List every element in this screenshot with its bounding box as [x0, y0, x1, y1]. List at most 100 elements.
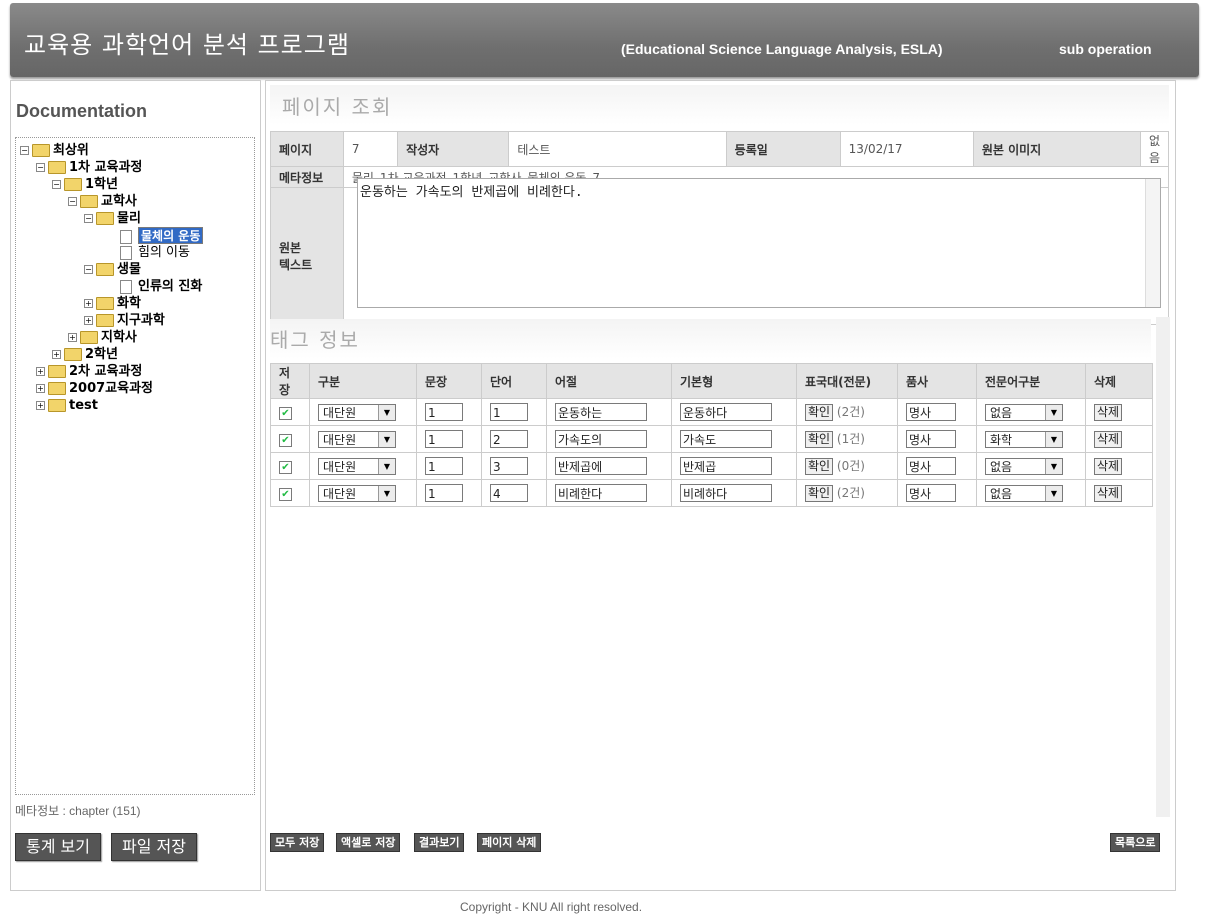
- sentence-input[interactable]: 1: [425, 484, 463, 502]
- expand-icon[interactable]: +: [52, 350, 61, 359]
- category-select[interactable]: 대단원 ▼: [318, 430, 396, 448]
- collapse-icon[interactable]: −: [52, 180, 61, 189]
- word-input[interactable]: 2: [490, 430, 528, 448]
- tree-node[interactable]: + 지구과학: [84, 312, 165, 329]
- tree-node[interactable]: − 1차 교육과정: [36, 159, 142, 176]
- check-button[interactable]: 확인: [805, 404, 834, 421]
- tree-node[interactable]: − 생물: [84, 261, 141, 278]
- word-input[interactable]: 4: [490, 484, 528, 502]
- save-file-button[interactable]: 파일 저장: [111, 833, 197, 861]
- dropdown-arrow-icon: ▼: [1045, 404, 1062, 420]
- delete-row-button[interactable]: 삭제: [1094, 403, 1123, 421]
- tree-node[interactable]: +2차 교육과정: [36, 363, 142, 380]
- tree-node-label[interactable]: 1학년: [85, 177, 118, 192]
- tree-node-label[interactable]: 인류의 진화: [138, 279, 202, 294]
- save-checkbox[interactable]: ✔: [279, 460, 292, 474]
- term-type-select[interactable]: 없음 ▼: [985, 484, 1063, 502]
- tag-panel-scrollbar[interactable]: [1156, 317, 1170, 817]
- tree-node[interactable]: + 화학: [84, 295, 141, 312]
- tree-node-label[interactable]: 지구과학: [117, 313, 165, 328]
- term-type-select[interactable]: 없음 ▼: [985, 403, 1063, 421]
- expand-icon[interactable]: +: [84, 316, 93, 325]
- category-select[interactable]: 대단원 ▼: [318, 457, 396, 475]
- tree-node-label[interactable]: 힘의 이동: [138, 245, 190, 260]
- pos-input[interactable]: 명사: [906, 403, 956, 421]
- view-results-button[interactable]: 결과보기: [414, 833, 465, 852]
- base-input[interactable]: 가속도: [680, 430, 772, 448]
- tree-node-label[interactable]: 2007교육과정: [69, 381, 153, 396]
- collapse-icon[interactable]: −: [20, 146, 29, 155]
- app-title: 교육용 과학언어 분석 프로그램: [24, 31, 350, 59]
- collapse-icon[interactable]: −: [68, 197, 77, 206]
- check-button[interactable]: 확인: [805, 458, 834, 475]
- check-button[interactable]: 확인: [805, 485, 834, 502]
- tree-node-label[interactable]: 1차 교육과정: [69, 160, 142, 175]
- meta-info: 메타정보 : chapter (151): [15, 804, 141, 818]
- term-type-select[interactable]: 없음 ▼: [985, 457, 1063, 475]
- tree-node[interactable]: + test: [36, 397, 98, 414]
- save-all-button[interactable]: 모두 저장: [270, 833, 325, 852]
- pos-input[interactable]: 명사: [906, 484, 956, 502]
- eojeol-input[interactable]: 가속도의: [555, 430, 647, 448]
- tree-node[interactable]: − 1학년: [52, 176, 118, 193]
- base-input[interactable]: 비례하다: [680, 484, 772, 502]
- tree-node-label[interactable]: 2차 교육과정: [69, 364, 142, 379]
- save-checkbox[interactable]: ✔: [279, 487, 292, 501]
- section-band: [270, 85, 1169, 125]
- eojeol-input[interactable]: 반제곱에: [555, 457, 647, 475]
- collapse-icon[interactable]: −: [84, 214, 93, 223]
- pos-input[interactable]: 명사: [906, 457, 956, 475]
- back-to-list-button[interactable]: 목록으로: [1110, 833, 1161, 852]
- save-checkbox[interactable]: ✔: [279, 406, 292, 420]
- tree-node-label-selected[interactable]: 물체의 운동: [138, 227, 204, 244]
- tree-node[interactable]: + 지학사: [68, 329, 137, 346]
- tree-node-label[interactable]: 지학사: [101, 330, 137, 345]
- tree-node[interactable]: 힘의 이동: [120, 244, 190, 261]
- collapse-icon[interactable]: −: [36, 163, 45, 172]
- expand-icon[interactable]: +: [68, 333, 77, 342]
- expand-icon[interactable]: +: [84, 299, 93, 308]
- orig-text-area[interactable]: 운동하는 가속도의 반제곱에 비례한다.: [357, 178, 1161, 308]
- category-select[interactable]: 대단원 ▼: [318, 484, 396, 502]
- base-input[interactable]: 운동하다: [680, 403, 772, 421]
- tree-node[interactable]: +2007교육과정: [36, 380, 153, 397]
- tree-node-label[interactable]: 2학년: [85, 347, 118, 362]
- tree-node-label[interactable]: 교학사: [101, 194, 137, 209]
- base-input[interactable]: 반제곱: [680, 457, 772, 475]
- tree-node-label[interactable]: 물리: [117, 211, 141, 226]
- sub-operation-link[interactable]: sub operation: [1059, 41, 1152, 57]
- delete-row-button[interactable]: 삭제: [1094, 430, 1123, 448]
- word-input[interactable]: 1: [490, 403, 528, 421]
- tree-node[interactable]: − 물리: [84, 210, 141, 227]
- save-excel-button[interactable]: 액셀로 저장: [336, 833, 401, 852]
- orig-text-scrollbar[interactable]: [1145, 179, 1160, 307]
- sentence-input[interactable]: 1: [425, 457, 463, 475]
- expand-icon[interactable]: +: [36, 367, 45, 376]
- term-type-select[interactable]: 화학 ▼: [985, 430, 1063, 448]
- eojeol-input[interactable]: 비례한다: [555, 484, 647, 502]
- tree-node-label[interactable]: 생물: [117, 262, 141, 277]
- tree-node-label[interactable]: 화학: [117, 296, 141, 311]
- tree-node-label[interactable]: test: [69, 398, 98, 413]
- tree-node[interactable]: +2학년: [52, 346, 118, 363]
- collapse-icon[interactable]: −: [84, 265, 93, 274]
- tree-node[interactable]: 인류의 진화: [120, 278, 202, 295]
- save-checkbox[interactable]: ✔: [279, 433, 292, 447]
- delete-row-button[interactable]: 삭제: [1094, 484, 1123, 502]
- sentence-input[interactable]: 1: [425, 403, 463, 421]
- tree-node-label[interactable]: 최상위: [53, 143, 89, 158]
- expand-icon[interactable]: +: [36, 384, 45, 393]
- sentence-input[interactable]: 1: [425, 430, 463, 448]
- check-button[interactable]: 확인: [805, 431, 834, 448]
- word-input[interactable]: 3: [490, 457, 528, 475]
- tree-node[interactable]: − 최상위: [20, 142, 89, 159]
- tree-node[interactable]: − 교학사: [68, 193, 137, 210]
- tree-node[interactable]: 물체의 운동: [120, 227, 204, 244]
- delete-page-button[interactable]: 페이지 삭제: [477, 833, 542, 852]
- expand-icon[interactable]: +: [36, 401, 45, 410]
- eojeol-input[interactable]: 운동하는: [555, 403, 647, 421]
- delete-row-button[interactable]: 삭제: [1094, 457, 1123, 475]
- stats-button[interactable]: 통계 보기: [15, 833, 101, 861]
- pos-input[interactable]: 명사: [906, 430, 956, 448]
- category-select[interactable]: 대단원 ▼: [318, 403, 396, 421]
